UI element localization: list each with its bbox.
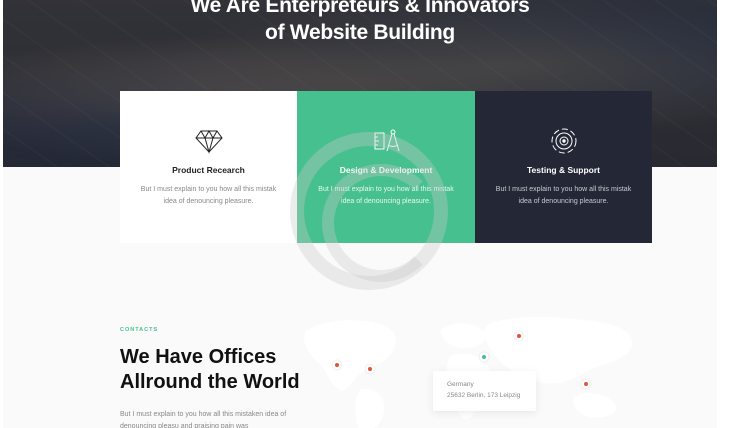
- office-address: 25632 Berlin, 173 Leipzig: [447, 392, 521, 399]
- target-icon: [551, 128, 576, 154]
- contacts-label: CONTACTS: [120, 327, 159, 333]
- service-text: But I must explain to you how all this m…: [495, 186, 632, 205]
- offices-title-line1: We Have Offices: [120, 346, 277, 368]
- hero-title-line1: We Are Enterpreteurs & Innovators: [190, 0, 530, 17]
- service-card-research[interactable]: Product Recearch But I must explain to y…: [120, 91, 297, 243]
- copyright-watermark: [290, 132, 448, 290]
- service-text: But I must explain to you how all this m…: [140, 186, 277, 205]
- offices-title-line2: Allround the World: [120, 371, 300, 393]
- hero-title-line2: of Website Building: [265, 21, 455, 44]
- offices-text: But I must explain to you how all this m…: [120, 411, 287, 428]
- office-popup: Germany 25632 Berlin, 173 Leipzig: [433, 371, 536, 411]
- service-title: Testing & Support: [526, 165, 601, 175]
- hero-title: We Are Enterpreteurs & Innovators of Web…: [3, 0, 717, 46]
- service-card-testing[interactable]: Testing & Support But I must explain to …: [475, 91, 652, 243]
- map-pin[interactable]: [580, 378, 592, 390]
- offices-title: We Have Offices Allround the World: [120, 345, 300, 395]
- map-pin[interactable]: [513, 330, 525, 342]
- map-pin[interactable]: [364, 363, 376, 375]
- office-country: Germany: [447, 381, 474, 388]
- map-pin-active[interactable]: [478, 351, 490, 363]
- diamond-icon: [194, 129, 223, 154]
- service-title: Product Recearch: [172, 165, 245, 175]
- map-pin[interactable]: [331, 359, 343, 371]
